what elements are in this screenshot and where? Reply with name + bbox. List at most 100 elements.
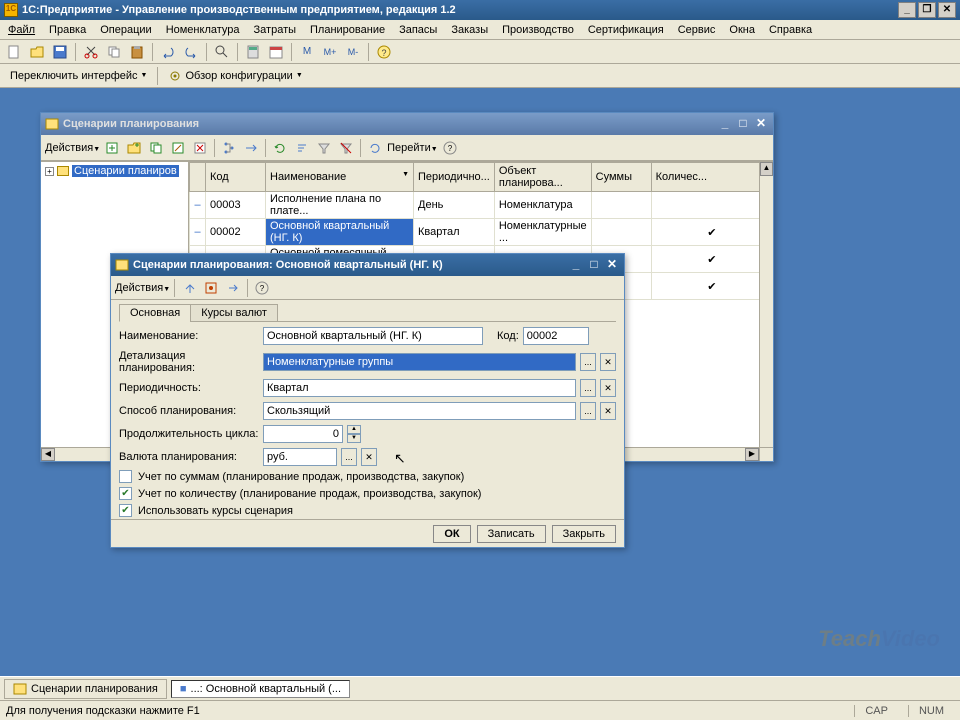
m-minus-icon[interactable]: M- bbox=[343, 42, 363, 62]
move-icon[interactable] bbox=[241, 138, 261, 158]
copy-item-icon[interactable] bbox=[146, 138, 166, 158]
detail-clear-button[interactable]: ✕ bbox=[600, 353, 616, 371]
tab-main[interactable]: Основная bbox=[119, 304, 191, 322]
by-sums-checkbox[interactable] bbox=[119, 470, 132, 483]
by-qty-checkbox[interactable]: ✔ bbox=[119, 487, 132, 500]
col-plan-object[interactable]: Объект планирова... bbox=[494, 163, 591, 192]
m-icon[interactable]: M bbox=[297, 42, 317, 62]
filter-icon[interactable] bbox=[314, 138, 334, 158]
menu-edit[interactable]: Правка bbox=[43, 22, 92, 38]
edit-icon[interactable] bbox=[168, 138, 188, 158]
delete-icon[interactable] bbox=[190, 138, 210, 158]
list-actions-button[interactable]: Действия▼ bbox=[45, 142, 100, 154]
form-minimize-button[interactable]: _ bbox=[568, 258, 584, 272]
cycle-field[interactable]: 0 bbox=[263, 425, 343, 443]
method-select-button[interactable]: ... bbox=[580, 402, 596, 420]
detail-select-button[interactable]: ... bbox=[580, 353, 596, 371]
form-maximize-button[interactable]: □ bbox=[586, 258, 602, 272]
menu-costs[interactable]: Затраты bbox=[248, 22, 303, 38]
list-help-icon[interactable]: ? bbox=[440, 138, 460, 158]
form-save-icon[interactable] bbox=[179, 278, 199, 298]
menu-windows[interactable]: Окна bbox=[723, 22, 761, 38]
menu-file[interactable]: Файл bbox=[2, 22, 41, 38]
form-window-titlebar[interactable]: Сценарии планирования: Основной кварталь… bbox=[111, 254, 624, 276]
help-icon[interactable]: ? bbox=[374, 42, 394, 62]
sort-icon[interactable] bbox=[292, 138, 312, 158]
config-overview-button[interactable]: Обзор конфигурации ▼ bbox=[162, 67, 308, 85]
detail-field[interactable]: Номенклатурные группы bbox=[263, 353, 576, 371]
use-rates-checkbox[interactable]: ✔ bbox=[119, 504, 132, 517]
col-code[interactable]: Код bbox=[206, 163, 266, 192]
switch-interface-button[interactable]: Переключить интерфейс ▼ bbox=[4, 68, 153, 84]
menu-operations[interactable]: Операции bbox=[94, 22, 157, 38]
add-icon[interactable] bbox=[102, 138, 122, 158]
code-field[interactable]: 00002 bbox=[523, 327, 589, 345]
m-plus-icon[interactable]: M+ bbox=[320, 42, 340, 62]
menu-orders[interactable]: Заказы bbox=[445, 22, 494, 38]
undo-icon[interactable] bbox=[158, 42, 178, 62]
menu-service[interactable]: Сервис bbox=[672, 22, 722, 38]
currency-field[interactable]: руб. bbox=[263, 448, 337, 466]
col-name[interactable]: Наименование ▼ bbox=[266, 163, 414, 192]
label-name: Наименование: bbox=[119, 330, 259, 342]
col-qty[interactable]: Количес... bbox=[651, 163, 772, 192]
list-minimize-button[interactable]: _ bbox=[717, 117, 733, 131]
form-help-icon[interactable]: ? bbox=[252, 278, 272, 298]
new-doc-icon[interactable] bbox=[4, 42, 24, 62]
cut-icon[interactable] bbox=[81, 42, 101, 62]
menu-planning[interactable]: Планирование bbox=[304, 22, 391, 38]
redo-icon[interactable] bbox=[181, 42, 201, 62]
save-button[interactable]: Записать bbox=[477, 525, 546, 543]
filter-off-icon[interactable] bbox=[336, 138, 356, 158]
close-button[interactable]: Закрыть bbox=[552, 525, 616, 543]
app-restore-button[interactable]: ❐ bbox=[918, 2, 936, 18]
list-maximize-button[interactable]: □ bbox=[735, 117, 751, 131]
periodicity-field[interactable]: Квартал bbox=[263, 379, 576, 397]
add-group-icon[interactable] bbox=[124, 138, 144, 158]
tab-rates[interactable]: Курсы валют bbox=[190, 304, 278, 322]
name-field[interactable]: Основной квартальный (НГ. К) bbox=[263, 327, 483, 345]
taskbar-item-form[interactable]: ■ ...: Основной квартальный (... bbox=[171, 680, 350, 698]
hierarchy-icon[interactable] bbox=[219, 138, 239, 158]
find-icon[interactable] bbox=[212, 42, 232, 62]
taskbar-item-list[interactable]: Сценарии планирования bbox=[4, 679, 167, 699]
currency-select-button[interactable]: ... bbox=[341, 448, 357, 466]
form-actions-button[interactable]: Действия▼ bbox=[115, 282, 170, 294]
calculator-icon[interactable] bbox=[243, 42, 263, 62]
app-close-button[interactable]: ✕ bbox=[938, 2, 956, 18]
open-icon[interactable] bbox=[27, 42, 47, 62]
grid-vertical-scrollbar[interactable]: ▲ bbox=[759, 162, 773, 461]
form-record-icon[interactable] bbox=[201, 278, 221, 298]
by-qty-label: Учет по количеству (планирование продаж,… bbox=[138, 488, 481, 500]
paste-icon[interactable] bbox=[127, 42, 147, 62]
list-goto-button[interactable]: Перейти▼ bbox=[387, 142, 438, 154]
menu-certification[interactable]: Сертификация bbox=[582, 22, 670, 38]
refresh-icon[interactable] bbox=[270, 138, 290, 158]
list-window-titlebar[interactable]: Сценарии планирования _ □ ✕ bbox=[41, 113, 773, 135]
copy-icon[interactable] bbox=[104, 42, 124, 62]
method-field[interactable]: Скользящий bbox=[263, 402, 576, 420]
table-row: – 00003 Исполнение плана по плате... Ден… bbox=[190, 192, 773, 219]
col-periodicity[interactable]: Периодично... bbox=[414, 163, 495, 192]
app-minimize-button[interactable]: _ bbox=[898, 2, 916, 18]
periodicity-clear-button[interactable]: ✕ bbox=[600, 379, 616, 397]
label-detail: Детализация планирования: bbox=[119, 350, 259, 374]
form-close-button[interactable]: ✕ bbox=[604, 258, 620, 272]
cycle-spinner[interactable]: ▲ ▼ bbox=[347, 425, 361, 443]
list-close-button[interactable]: ✕ bbox=[753, 117, 769, 131]
currency-clear-button[interactable]: ✕ bbox=[361, 448, 377, 466]
menu-production[interactable]: Производство bbox=[496, 22, 580, 38]
periodicity-select-button[interactable]: ... bbox=[580, 379, 596, 397]
col-sums[interactable]: Суммы bbox=[591, 163, 651, 192]
menu-help[interactable]: Справка bbox=[763, 22, 818, 38]
menu-nomenclature[interactable]: Номенклатура bbox=[160, 22, 246, 38]
ok-button[interactable]: ОК bbox=[433, 525, 470, 543]
menu-stocks[interactable]: Запасы bbox=[393, 22, 443, 38]
tree-expand-icon[interactable]: + bbox=[45, 167, 54, 176]
form-goto-icon[interactable] bbox=[223, 278, 243, 298]
tree-root-node[interactable]: + Сценарии планиров bbox=[43, 164, 186, 178]
save-icon[interactable] bbox=[50, 42, 70, 62]
method-clear-button[interactable]: ✕ bbox=[600, 402, 616, 420]
calendar-icon[interactable] bbox=[266, 42, 286, 62]
refresh2-icon[interactable] bbox=[365, 138, 385, 158]
